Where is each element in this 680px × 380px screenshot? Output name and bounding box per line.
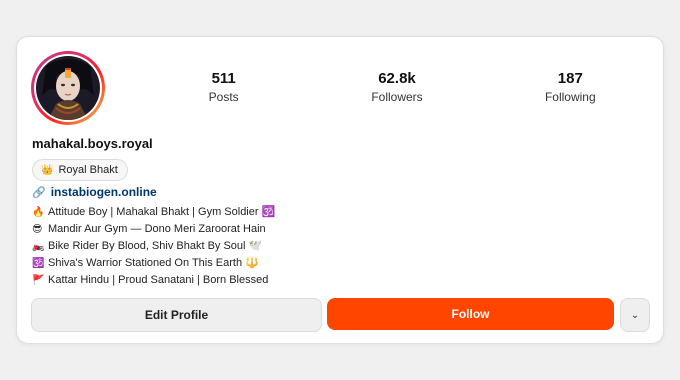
- stat-label: Following: [544, 90, 596, 104]
- username: mahakal.boys.royal: [32, 136, 153, 151]
- avatar-image: [36, 56, 100, 120]
- fire-icon: 🔥: [32, 207, 45, 218]
- bio-line: 🚩 Kattar Hindu | Proud Sanatani | Born B…: [32, 272, 275, 289]
- bio-link-url[interactable]: instabiogen.online: [51, 185, 157, 199]
- bio: 🔥 Attitude Boy | Mahakal Bhakt | Gym Sol…: [32, 204, 275, 289]
- category-badge[interactable]: 👑 Royal Bhakt: [32, 159, 128, 181]
- bio-line: 🕉️ Shiva's Warrior Stationed On This Ear…: [32, 255, 275, 272]
- stat-label: Followers: [371, 90, 423, 104]
- bio-line: 🔥 Attitude Boy | Mahakal Bhakt | Gym Sol…: [32, 204, 275, 221]
- more-options-button[interactable]: ⌄: [620, 298, 650, 332]
- bio-link: 🔗 instabiogen.online: [32, 185, 157, 199]
- badge-label: Royal Bhakt: [58, 164, 118, 176]
- profile-card: 511 Posts 62.8k Followers 187 Following …: [16, 36, 664, 344]
- story-ring[interactable]: [31, 51, 105, 125]
- bio-line-text: Bike Rider By Blood, Shiv Bhakt By Soul …: [48, 240, 263, 252]
- follow-button[interactable]: Follow: [327, 298, 614, 330]
- motorcycle-icon: 🏍️: [32, 241, 45, 252]
- stat-value: 511: [211, 70, 236, 87]
- om-icon: 🕉️: [32, 258, 45, 269]
- link-icon: 🔗: [32, 186, 46, 199]
- bio-line: 🏍️ Bike Rider By Blood, Shiv Bhakt By So…: [32, 238, 275, 255]
- crown-icon: 👑: [41, 164, 54, 176]
- avatar-frame: [34, 54, 102, 122]
- bio-line-text: Mandir Aur Gym — Dono Meri Zaroorat Hain: [48, 223, 266, 235]
- avatar[interactable]: [36, 56, 100, 120]
- stat-label: Posts: [208, 90, 239, 104]
- bio-line-text: Attitude Boy | Mahakal Bhakt | Gym Soldi…: [48, 206, 276, 218]
- bio-line-text: Kattar Hindu | Proud Sanatani | Born Ble…: [48, 274, 269, 286]
- flag-icon: 🚩: [32, 275, 45, 286]
- stat-followers[interactable]: 62.8k Followers: [310, 70, 483, 105]
- stat-posts[interactable]: 511 Posts: [137, 70, 310, 105]
- profile-stats: 511 Posts 62.8k Followers 187 Following: [137, 70, 657, 105]
- sunglasses-icon: 😎: [32, 224, 43, 235]
- bio-line-text: Shiva's Warrior Stationed On This Earth …: [48, 257, 259, 269]
- stat-value: 62.8k: [378, 70, 416, 87]
- bio-line: 😎 Mandir Aur Gym — Dono Meri Zaroorat Ha…: [32, 221, 275, 238]
- stat-following[interactable]: 187 Following: [484, 70, 657, 105]
- edit-profile-button[interactable]: Edit Profile: [31, 298, 322, 332]
- chevron-down-icon: ⌄: [630, 309, 640, 321]
- stat-value: 187: [557, 70, 583, 87]
